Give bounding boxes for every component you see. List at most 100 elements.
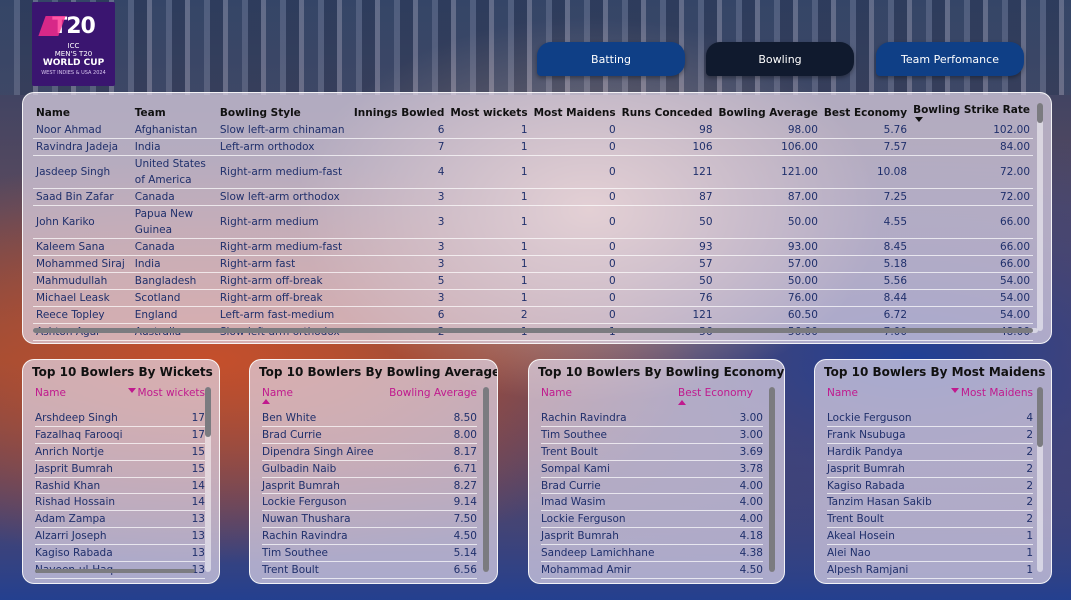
list-item[interactable]: Alei Nao 1 bbox=[827, 545, 1033, 563]
list-item[interactable]: Fazalhaq Farooqi 17 bbox=[35, 427, 205, 444]
table-row[interactable]: Michael Leask Scotland Right-arm off-break… bbox=[33, 289, 1033, 308]
list-item[interactable]: Jasprit Bumrah 2 bbox=[827, 461, 1033, 478]
nav-batting-button[interactable]: Batting bbox=[537, 42, 685, 76]
table-cell: John Kariko bbox=[33, 205, 132, 240]
card-col-name[interactable]: Name bbox=[827, 387, 858, 399]
table-cell: Bangladesh bbox=[131, 272, 217, 291]
table-row[interactable]: Ravindra Jadeja India Left-arm orthodox 7 1 0… bbox=[33, 138, 1033, 157]
card-col-name[interactable]: Name bbox=[262, 387, 293, 399]
table-horizontal-scrollbar[interactable] bbox=[33, 328, 1038, 333]
col-header-best-economy[interactable]: Best Economy bbox=[821, 101, 910, 122]
list-item[interactable]: Adam Zampa 13 bbox=[35, 511, 205, 529]
col-header-most-maidens[interactable]: Most Maidens bbox=[531, 101, 619, 122]
list-item[interactable]: Rachin Ravindra 3.00 bbox=[541, 410, 763, 427]
table-cell: 5.56 bbox=[820, 272, 911, 291]
col-header-team[interactable]: Team bbox=[132, 101, 217, 122]
col-header-name[interactable]: Name bbox=[33, 101, 132, 122]
list-item[interactable]: Akeal Hosein 1 bbox=[827, 528, 1033, 546]
list-item[interactable]: Rishad Hossain 14 bbox=[35, 494, 205, 512]
list-item[interactable]: Tanzim Hasan Sakib 2 bbox=[827, 494, 1033, 512]
card-col-value[interactable]: Bowling Average bbox=[389, 387, 477, 399]
card-vertical-scrollbar[interactable] bbox=[1037, 387, 1043, 572]
table-row[interactable]: Noor Ahmad Afghanistan Slow left-arm china… bbox=[33, 122, 1033, 140]
list-item[interactable]: Lockie Ferguson 9.14 bbox=[262, 494, 477, 512]
card-vertical-scrollbar[interactable] bbox=[205, 387, 211, 572]
card-vertical-scrollbar[interactable] bbox=[483, 387, 489, 572]
list-item[interactable]: Trent Boult 6.56 bbox=[262, 562, 477, 579]
table-cell: Slow left-arm chinaman bbox=[216, 122, 351, 140]
table-cell: 1 bbox=[447, 255, 531, 274]
card-col-value[interactable]: Most Maidens bbox=[950, 387, 1033, 399]
list-item[interactable]: Dipendra Singh Airee 8.17 bbox=[262, 444, 477, 461]
col-header-most-wickets[interactable]: Most wickets bbox=[447, 101, 530, 122]
table-cell: Jasdeep Singh bbox=[33, 155, 132, 190]
list-item[interactable]: Sompal Kami 3.78 bbox=[541, 461, 763, 478]
list-item[interactable]: Gulbadin Naib 6.71 bbox=[262, 461, 477, 478]
table-vertical-scrollbar[interactable] bbox=[1037, 103, 1043, 331]
table-cell: 3 bbox=[350, 255, 448, 274]
list-item[interactable]: Rashid Khan 14 bbox=[35, 478, 205, 495]
card-col-value[interactable]: Best Economy bbox=[678, 387, 753, 405]
list-item[interactable]: Trent Boult 3.69 bbox=[541, 444, 763, 461]
list-item-name: Arshdeep Singh bbox=[35, 411, 118, 424]
card-col-name[interactable]: Name bbox=[541, 387, 572, 405]
table-row[interactable]: Saad Bin Zafar Canada Slow left-arm orthod… bbox=[33, 188, 1033, 207]
table-row[interactable]: Reece Topley England Left-arm fast-medium 6… bbox=[33, 306, 1033, 325]
table-cell: 106 bbox=[618, 138, 716, 157]
table-row[interactable]: Mahmudullah Bangladesh Right-arm off-break… bbox=[33, 272, 1033, 291]
list-item[interactable]: Jasprit Bumrah 4.18 bbox=[541, 528, 763, 546]
list-item[interactable]: Frank Nsubuga 2 bbox=[827, 427, 1033, 444]
list-item[interactable]: Alpesh Ramjani 1 bbox=[827, 562, 1033, 579]
list-item[interactable]: Trent Boult 2 bbox=[827, 511, 1033, 529]
table-horizontal-scroll-thumb[interactable] bbox=[33, 328, 1033, 333]
list-item[interactable]: Kagiso Rabada 13 bbox=[35, 545, 205, 563]
list-item[interactable]: Nuwan Thushara 7.50 bbox=[262, 511, 477, 529]
card-scroll-thumb[interactable] bbox=[483, 387, 489, 572]
list-item[interactable]: Hardik Pandya 2 bbox=[827, 444, 1033, 461]
list-item[interactable]: Alzarri Joseph 13 bbox=[35, 528, 205, 546]
card-horizontal-scrollbar[interactable] bbox=[35, 569, 195, 573]
list-item[interactable]: Imad Wasim 4.00 bbox=[541, 494, 763, 512]
list-item-value: 4.18 bbox=[739, 530, 763, 543]
col-header-bowling-strike-rate[interactable]: Bowling Strike Rate bbox=[910, 101, 1033, 122]
list-item[interactable]: Tim Southee 3.00 bbox=[541, 427, 763, 444]
table-cell: 0 bbox=[530, 188, 619, 207]
nav-bowling-button[interactable]: Bowling bbox=[706, 42, 854, 76]
list-item[interactable]: Tim Southee 5.14 bbox=[262, 545, 477, 563]
nav-team-performance-button[interactable]: Team Perfomance bbox=[876, 42, 1024, 76]
card-vertical-scrollbar[interactable] bbox=[769, 387, 775, 572]
table-row[interactable]: Kaleem Sana Canada Right-arm medium-fast 3 1… bbox=[33, 238, 1033, 257]
list-item[interactable]: Ben White 8.50 bbox=[262, 410, 477, 427]
table-cell: 1 bbox=[447, 272, 531, 291]
list-item[interactable]: Kagiso Rabada 2 bbox=[827, 478, 1033, 495]
col-header-bowling-style[interactable]: Bowling Style bbox=[217, 101, 351, 122]
list-item[interactable]: Brad Currie 4.00 bbox=[541, 478, 763, 495]
table-cell: 8.44 bbox=[820, 289, 911, 308]
list-item[interactable]: Rachin Ravindra 4.50 bbox=[262, 528, 477, 546]
table-cell: 76.00 bbox=[715, 289, 821, 308]
card-scroll-thumb[interactable] bbox=[205, 387, 211, 437]
card-col-name[interactable]: Name bbox=[35, 387, 66, 399]
table-row[interactable]: Mohammed Siraj India Right-arm fast 3 1 0 57 57… bbox=[33, 255, 1033, 274]
col-header-bowling-average[interactable]: Bowling Average bbox=[716, 101, 821, 122]
table-cell: 6.72 bbox=[820, 306, 911, 325]
list-item[interactable]: Sandeep Lamichhane 4.38 bbox=[541, 545, 763, 563]
card-scroll-thumb[interactable] bbox=[1037, 387, 1043, 447]
list-item-value: 4.38 bbox=[739, 547, 763, 560]
list-item[interactable]: Jasprit Bumrah 15 bbox=[35, 461, 205, 478]
table-cell: 3 bbox=[350, 289, 448, 308]
list-item[interactable]: Lockie Ferguson 4.00 bbox=[541, 511, 763, 529]
table-vertical-scroll-thumb[interactable] bbox=[1037, 103, 1043, 123]
list-item[interactable]: Lockie Ferguson 4 bbox=[827, 410, 1033, 427]
table-row[interactable]: Jasdeep Singh United States of America Rig… bbox=[33, 155, 1033, 190]
list-item[interactable]: Anrich Nortje 15 bbox=[35, 444, 205, 461]
list-item[interactable]: Jasprit Bumrah 8.27 bbox=[262, 478, 477, 495]
card-col-value[interactable]: Most wickets bbox=[127, 387, 205, 399]
col-header-innings-bowled[interactable]: Innings Bowled bbox=[351, 101, 448, 122]
list-item[interactable]: Mohammad Amir 4.50 bbox=[541, 562, 763, 579]
col-header-runs-conceded[interactable]: Runs Conceded bbox=[619, 101, 716, 122]
list-item[interactable]: Brad Currie 8.00 bbox=[262, 427, 477, 444]
table-row[interactable]: John Kariko Papua New Guinea Right-arm med… bbox=[33, 205, 1033, 240]
list-item[interactable]: Arshdeep Singh 17 bbox=[35, 410, 205, 427]
card-scroll-thumb[interactable] bbox=[769, 387, 775, 572]
